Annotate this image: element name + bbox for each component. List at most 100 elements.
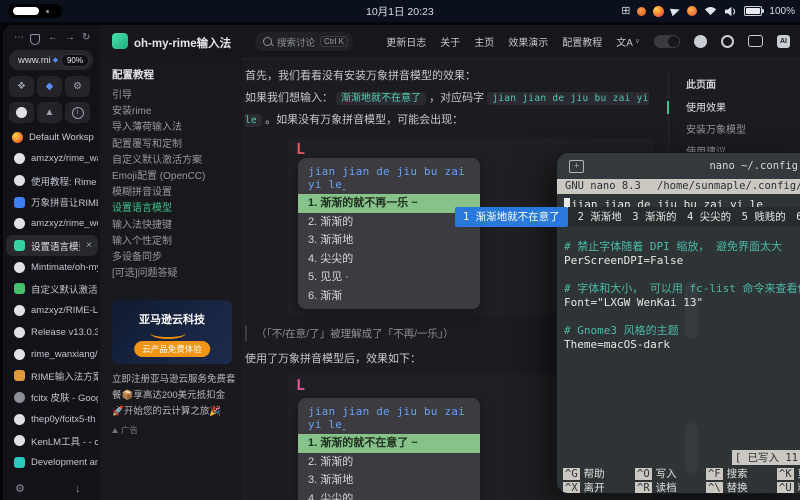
github-icon [14, 349, 25, 360]
github-icon[interactable] [694, 35, 707, 48]
nano-filepath: /home/sunmaple/.config/fc [657, 179, 800, 194]
docs-nav-item[interactable]: 多设备同步 [112, 248, 238, 264]
shield-icon[interactable] [30, 34, 40, 45]
tab-item[interactable]: RIME输入法方案 [6, 365, 98, 387]
docs-nav-item[interactable]: Emoji配置 (OpenCC) [112, 167, 238, 183]
dark-mode-toggle[interactable] [654, 35, 680, 48]
nav-home[interactable]: 主页 [474, 34, 494, 49]
pinned-tab-triangle[interactable]: ▲ [37, 102, 62, 123]
docs-nav-item[interactable]: 自定义默认激活方案 [112, 151, 238, 167]
clock[interactable]: 10月1日 20:23 [366, 4, 434, 19]
toggle-knob [668, 36, 679, 47]
download-icon[interactable]: ↓ [75, 483, 81, 495]
ai-icon[interactable]: AI [777, 35, 790, 48]
toc-item-active[interactable]: 使用效果 [686, 99, 726, 114]
github-icon [14, 153, 25, 164]
tab-item[interactable]: 使用教程: Rime [6, 170, 98, 192]
pinned-tab-info[interactable]: i [65, 102, 90, 123]
site-logo[interactable] [112, 33, 128, 49]
ad-banner-button[interactable]: 云产品免费体验 [134, 341, 210, 357]
fcitx-candidate-bar: 1 渐渐地就不在意了 2 渐渐地 3 渐渐的 4 尖尖的 5 贱贱的 6 简简单 [455, 207, 800, 227]
keyboard-layout-icon[interactable]: ⊞ [621, 3, 630, 19]
docs-nav-item[interactable]: 引导 [112, 86, 238, 102]
site-header: oh-my-rime输入法 搜索讨论 Ctrl K 更新日志 关于 主页 效果演… [100, 25, 800, 59]
ad-label: 广告 [112, 424, 138, 436]
telegram-icon[interactable] [670, 6, 681, 17]
docs-nav-item[interactable]: 模糊拼音设置 [112, 183, 238, 199]
pinned-tab-github[interactable] [9, 102, 34, 123]
site-title[interactable]: oh-my-rime输入法 [134, 35, 231, 51]
tab-item[interactable]: Release v13.0.3 [6, 322, 98, 344]
tab-item[interactable]: Development an [6, 452, 98, 474]
config-line: PerScreenDPI=False [564, 254, 800, 268]
github-icon [14, 305, 25, 316]
gitee-icon[interactable] [721, 35, 734, 48]
tray-orange-icon[interactable] [687, 6, 697, 16]
cursor-mark: L [296, 376, 305, 394]
docs-nav-item[interactable]: 输入个性定制 [112, 232, 238, 248]
tab-close-icon[interactable]: × [86, 240, 98, 251]
nav-about[interactable]: 关于 [440, 34, 460, 49]
tab-item[interactable]: KenLM工具 - - c [6, 430, 98, 452]
wifi-icon[interactable] [704, 6, 717, 16]
chevron-down-icon: ∨ [635, 37, 640, 45]
tab-item[interactable]: fcitx 皮肤 - Goog [6, 387, 98, 409]
menu-dots-icon[interactable]: ⋯ [14, 32, 24, 44]
url-bar[interactable]: www.mi ◆ 90% [9, 50, 93, 70]
language-switcher[interactable]: 文A∨ [616, 34, 640, 49]
zoom-level-badge[interactable]: 90% [61, 54, 89, 67]
candidate: 2. 渐渐的 [298, 213, 480, 232]
browser-sidebar: ⋯ ← → ↻ www.mi ◆ 90% ❖ ◆ ⚙ ▲ i Default W… [3, 25, 101, 500]
tab-item-active[interactable]: 设置语言模型× [6, 235, 98, 257]
docs-nav-item[interactable]: 配置覆写和定制 [112, 135, 238, 151]
docs-nav-item[interactable]: 安装rime [112, 102, 238, 118]
tab-item[interactable]: thep0y/fcitx5-th [6, 408, 98, 430]
settings-gear-icon[interactable]: ⚙ [15, 482, 25, 495]
volume-icon[interactable] [724, 6, 737, 17]
nav-tutorial[interactable]: 配置教程 [562, 34, 602, 49]
nano-shortcut: ^F搜索 [706, 466, 748, 481]
terminal-titlebar[interactable]: + nano ~/.config [557, 153, 800, 179]
forward-icon[interactable]: → [65, 32, 75, 44]
bilibili-icon[interactable] [748, 35, 763, 47]
ad-text[interactable]: 立即注册亚马逊云服务免费套餐📦享高达200美元抵扣金🚀开始您的云计算之旅🎉 [112, 372, 236, 420]
tab-item[interactable]: rime_wanxiang/ [6, 343, 98, 365]
workspace-row[interactable]: Default Worksp [12, 132, 96, 143]
ad-banner[interactable]: 亚马逊云科技 云产品免费体验 [112, 300, 232, 364]
candidate-popup: jian jian de jiu bu zai yi le‸ 1. 渐渐的就不再… [298, 158, 480, 309]
tray-app-icon[interactable] [637, 7, 646, 16]
reload-icon[interactable]: ↻ [82, 32, 90, 44]
firefox-tray-icon[interactable] [653, 6, 664, 17]
search-box[interactable]: 搜索讨论 Ctrl K [255, 32, 353, 51]
battery-icon[interactable] [744, 6, 762, 16]
tab-list: amzxyz/rime_wa 使用教程: Rime 万象拼音让RIME amzx… [6, 148, 98, 473]
nano-version: GNU nano 8.3 [565, 179, 641, 194]
pinned-tab-settings[interactable]: ⚙ [65, 76, 90, 97]
tab-item[interactable]: amzxyz/rime_wo [6, 213, 98, 235]
docs-nav-item[interactable]: 导入薄荷输入法 [112, 118, 238, 134]
toc-item[interactable]: 安装万象模型 [686, 121, 746, 136]
pinned-tab-diamond[interactable]: ◆ [37, 76, 62, 97]
workspace-name: Default Worksp [29, 132, 94, 143]
tab-item[interactable]: 自定义默认激活 [6, 278, 98, 300]
tab-item[interactable]: Mintimate/oh-my [6, 256, 98, 278]
preedit-pinyin: jian jian de jiu bu zai yi le‸ [298, 403, 480, 434]
docs-nav-item[interactable]: 输入法快捷键 [112, 216, 238, 232]
nano-shortcut: ^U粘贴 [777, 480, 800, 494]
tab-item[interactable]: amzxyz/rime_wa [6, 148, 98, 170]
paragraph: 如果我们想输入： 渐渐地就不在意了 ，对应码字 jian jian de jiu… [245, 88, 657, 131]
docs-nav-item-active[interactable]: 设置语言模型 [112, 199, 238, 215]
tab-item[interactable]: 万象拼音让RIME [6, 191, 98, 213]
tab-item[interactable]: amzxyz/RIME-LM [6, 300, 98, 322]
nav-changelog[interactable]: 更新日志 [386, 34, 426, 49]
pinned-tab-chat[interactable]: ❖ [9, 76, 34, 97]
cursor-mark: L [296, 140, 305, 158]
github-icon [14, 218, 25, 229]
docs-nav-item[interactable]: [可选]问题答疑 [112, 264, 238, 280]
config-line: Font="LXGW WenKai 13" [564, 296, 800, 310]
back-icon[interactable]: ← [48, 32, 58, 44]
workspace-indicator[interactable] [8, 4, 62, 18]
nav-demo[interactable]: 效果演示 [508, 34, 548, 49]
nano-shortcut: ^R读档 [635, 480, 677, 494]
new-tab-icon[interactable]: + [569, 160, 584, 173]
